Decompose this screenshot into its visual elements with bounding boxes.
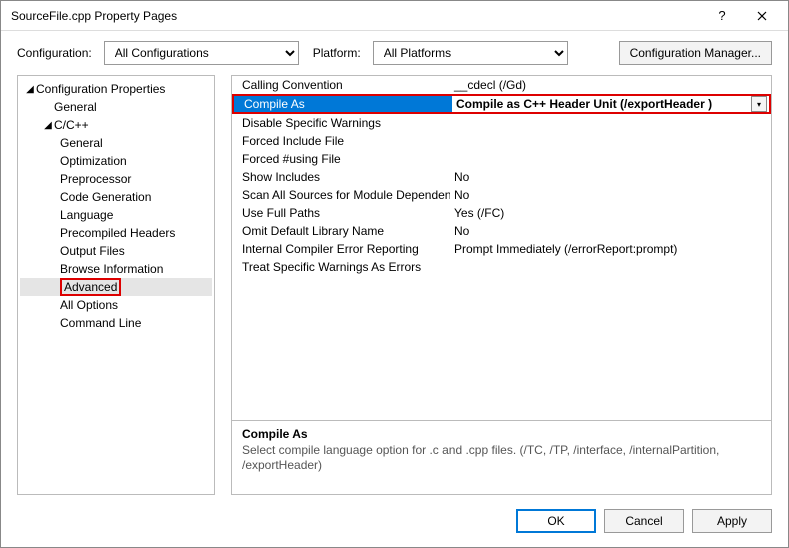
chevron-down-icon: ▾	[757, 100, 761, 109]
prop-name: Scan All Sources for Module Dependen	[232, 188, 450, 202]
prop-value[interactable]: Yes (/FC)	[450, 206, 771, 220]
expander-icon: ◢	[24, 84, 36, 95]
cancel-button[interactable]: Cancel	[604, 509, 684, 533]
prop-name: Disable Specific Warnings	[232, 116, 450, 130]
dialog-body: ◢ Configuration Properties General ◢ C/C…	[1, 75, 788, 499]
property-tree[interactable]: ◢ Configuration Properties General ◢ C/C…	[17, 75, 215, 495]
tree-item-cpp-language[interactable]: Language	[20, 206, 212, 224]
grid-row[interactable]: Forced Include File	[232, 132, 771, 150]
ok-button[interactable]: OK	[516, 509, 596, 533]
description-title: Compile As	[242, 427, 761, 441]
prop-name: Use Full Paths	[232, 206, 450, 220]
prop-value[interactable]: No	[450, 170, 771, 184]
tree-item-cpp-browse[interactable]: Browse Information	[20, 260, 212, 278]
prop-value[interactable]: No	[450, 188, 771, 202]
apply-button[interactable]: Apply	[692, 509, 772, 533]
grid-row[interactable]: Internal Compiler Error Reporting Prompt…	[232, 240, 771, 258]
grid-row[interactable]: Show Includes No	[232, 168, 771, 186]
property-pages-window: SourceFile.cpp Property Pages ? Configur…	[0, 0, 789, 548]
prop-value[interactable]: __cdecl (/Gd)	[450, 78, 771, 92]
grid-row-selected[interactable]: Compile As Compile as C++ Header Unit (/…	[232, 94, 771, 114]
tree-item-cpp-advanced[interactable]: Advanced	[20, 278, 212, 296]
configuration-manager-button[interactable]: Configuration Manager...	[619, 41, 772, 65]
prop-value[interactable]: No	[450, 224, 771, 238]
close-button[interactable]	[742, 2, 782, 30]
tree-label: General	[60, 136, 103, 150]
property-grid[interactable]: Calling Convention __cdecl (/Gd) Compile…	[231, 75, 772, 421]
right-pane: Calling Convention __cdecl (/Gd) Compile…	[231, 75, 772, 495]
help-button[interactable]: ?	[702, 2, 742, 30]
tree-label: Command Line	[60, 316, 141, 330]
tree-label: Language	[60, 208, 113, 222]
prop-name: Forced #using File	[232, 152, 450, 166]
tree-item-cpp-codegen[interactable]: Code Generation	[20, 188, 212, 206]
dropdown-button[interactable]: ▾	[751, 96, 767, 112]
tree-item-cpp-pch[interactable]: Precompiled Headers	[20, 224, 212, 242]
prop-name: Internal Compiler Error Reporting	[232, 242, 450, 256]
tree-label: Browse Information	[60, 262, 163, 276]
tree-label: Precompiled Headers	[60, 226, 175, 240]
tree-item-cpp-general[interactable]: General	[20, 134, 212, 152]
expander-icon: ◢	[42, 120, 54, 131]
grid-row[interactable]: Forced #using File	[232, 150, 771, 168]
prop-name: Calling Convention	[232, 78, 450, 92]
tree-item-cpp-output[interactable]: Output Files	[20, 242, 212, 260]
tree-label: Advanced	[60, 278, 121, 296]
tree-label: Output Files	[60, 244, 125, 258]
grid-row[interactable]: Omit Default Library Name No	[232, 222, 771, 240]
tree-item-cpp[interactable]: ◢ C/C++	[20, 116, 212, 134]
prop-value[interactable]: Compile as C++ Header Unit (/exportHeade…	[452, 96, 751, 112]
tree-label: General	[54, 100, 97, 114]
platform-select[interactable]: All Platforms	[373, 41, 568, 65]
close-icon	[757, 11, 767, 21]
description-panel: Compile As Select compile language optio…	[231, 421, 772, 495]
tree-item-cpp-optimization[interactable]: Optimization	[20, 152, 212, 170]
prop-name: Treat Specific Warnings As Errors	[232, 260, 450, 274]
description-body: Select compile language option for .c an…	[242, 443, 761, 473]
configuration-select[interactable]: All Configurations	[104, 41, 299, 65]
grid-row[interactable]: Use Full Paths Yes (/FC)	[232, 204, 771, 222]
tree-label: Preprocessor	[60, 172, 131, 186]
tree-item-cpp-alloptions[interactable]: All Options	[20, 296, 212, 314]
grid-row[interactable]: Treat Specific Warnings As Errors	[232, 258, 771, 276]
prop-name: Forced Include File	[232, 134, 450, 148]
prop-name: Omit Default Library Name	[232, 224, 450, 238]
grid-row[interactable]: Scan All Sources for Module Dependen No	[232, 186, 771, 204]
tree-label: C/C++	[54, 118, 89, 132]
tree-label: Optimization	[60, 154, 127, 168]
prop-value[interactable]: Prompt Immediately (/errorReport:prompt)	[450, 242, 771, 256]
grid-row[interactable]: Disable Specific Warnings	[232, 114, 771, 132]
tree-label: Code Generation	[60, 190, 151, 204]
tree-label: Configuration Properties	[36, 82, 165, 96]
configuration-toolbar: Configuration: All Configurations Platfo…	[1, 31, 788, 75]
tree-label: All Options	[60, 298, 118, 312]
prop-name: Compile As	[234, 96, 452, 112]
tree-item-cpp-cmdline[interactable]: Command Line	[20, 314, 212, 332]
grid-row[interactable]: Calling Convention __cdecl (/Gd)	[232, 76, 771, 94]
configuration-label: Configuration:	[17, 46, 92, 60]
dialog-buttons: OK Cancel Apply	[1, 499, 788, 547]
tree-item-general[interactable]: General	[20, 98, 212, 116]
tree-item-cpp-preprocessor[interactable]: Preprocessor	[20, 170, 212, 188]
window-title: SourceFile.cpp Property Pages	[11, 9, 702, 23]
tree-root-config-props[interactable]: ◢ Configuration Properties	[20, 80, 212, 98]
titlebar: SourceFile.cpp Property Pages ?	[1, 1, 788, 31]
platform-label: Platform:	[313, 46, 361, 60]
prop-name: Show Includes	[232, 170, 450, 184]
